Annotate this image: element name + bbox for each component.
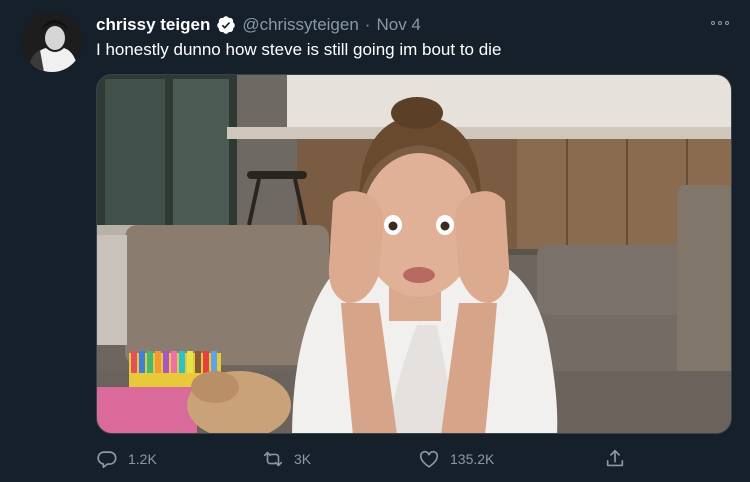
tweet[interactable]: chrissy teigen @chrissyteigen · Nov 4 I … bbox=[0, 0, 750, 482]
verified-badge-icon bbox=[216, 15, 236, 35]
like-button[interactable]: 135.2K bbox=[418, 444, 494, 474]
tweet-header: chrissy teigen @chrissyteigen · Nov 4 bbox=[96, 14, 421, 36]
avatar-image bbox=[22, 12, 82, 72]
tweet-actions: 1.2K 3K 135.2K bbox=[96, 444, 636, 474]
retweet-button[interactable]: 3K bbox=[262, 444, 311, 474]
like-count: 135.2K bbox=[450, 451, 495, 467]
author-handle[interactable]: @chrissyteigen bbox=[242, 15, 358, 35]
reply-count: 1.2K bbox=[128, 451, 157, 467]
tweet-timestamp[interactable]: Nov 4 bbox=[376, 15, 420, 35]
reply-button[interactable]: 1.2K bbox=[96, 444, 157, 474]
author-name[interactable]: chrissy teigen bbox=[96, 15, 210, 35]
share-icon bbox=[604, 448, 626, 470]
share-button[interactable] bbox=[604, 444, 626, 474]
avatar[interactable] bbox=[22, 12, 82, 72]
separator-dot: · bbox=[364, 15, 371, 34]
reply-icon bbox=[96, 448, 118, 470]
tweet-photo[interactable] bbox=[96, 74, 732, 434]
tweet-text: I honestly dunno how steve is still goin… bbox=[96, 40, 502, 59]
retweet-count: 3K bbox=[294, 451, 312, 467]
retweet-icon bbox=[262, 448, 284, 470]
heart-icon bbox=[418, 448, 440, 470]
more-options-icon[interactable] bbox=[708, 14, 732, 32]
photo-image bbox=[97, 75, 731, 433]
